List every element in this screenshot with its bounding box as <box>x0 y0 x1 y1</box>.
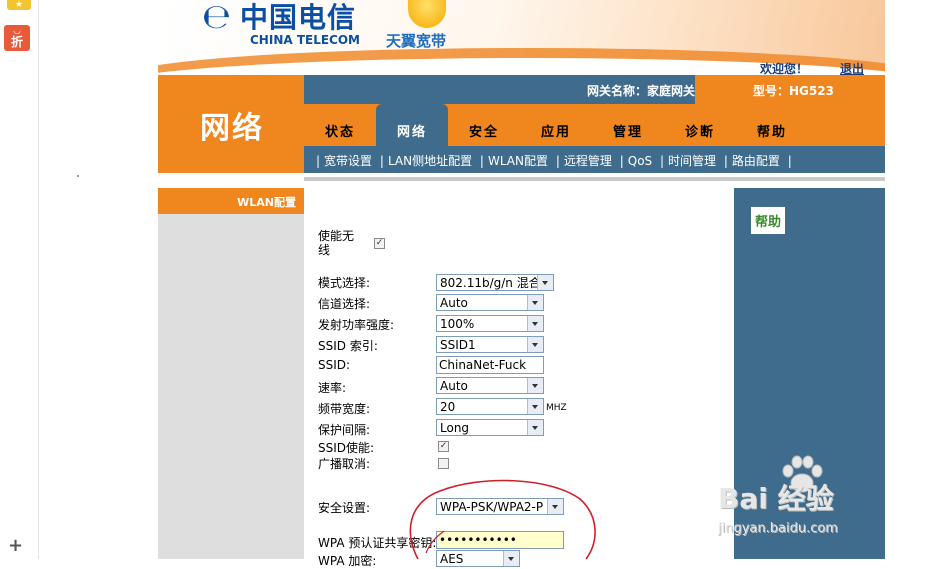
chevron-down-icon <box>527 420 543 435</box>
mode-label: 模式选择: <box>318 276 371 290</box>
tab-management[interactable]: 管理 <box>592 104 664 146</box>
left-menu-panel <box>158 188 304 559</box>
ssid-enable-label: SSID使能: <box>318 441 375 455</box>
power-select[interactable]: 100% <box>436 315 544 332</box>
gateway-name: 网关名称：家庭网关 <box>586 84 695 98</box>
channel-label: 信道选择: <box>318 297 371 311</box>
security-label: 安全设置: <box>318 501 371 515</box>
chevron-down-icon <box>527 316 543 331</box>
section-box: 网络 <box>158 75 304 173</box>
tab-application[interactable]: 应用 <box>520 104 592 146</box>
bandwidth-select[interactable]: 20 <box>436 398 544 415</box>
power-label: 发射功率强度: <box>318 318 395 332</box>
model-text: 型号：HG523 <box>753 84 834 98</box>
ssid-input[interactable]: ChinaNet-Fuck <box>436 356 544 374</box>
red-annotation-circle <box>409 479 596 560</box>
bandwidth-label: 频带宽度: <box>318 402 371 416</box>
chevron-down-icon <box>527 295 543 310</box>
ssid-index-label: SSID 索引: <box>318 339 378 353</box>
ssid-enable-checkbox[interactable]: ✓ <box>438 441 449 452</box>
stray-dot <box>77 175 79 177</box>
main-nav: 状态 网络 安全 应用 管理 诊断 帮助 <box>304 104 885 146</box>
baidu-watermark: Bai 经验 jingyan.baidu.com <box>718 455 935 559</box>
channel-select[interactable]: Auto <box>436 294 544 311</box>
welcome-text: 欢迎您！ <box>760 62 809 75</box>
chevron-down-icon <box>527 399 543 414</box>
discount-button[interactable]: ◡ 折 <box>4 25 30 51</box>
encryption-label: WPA 加密: <box>318 554 377 568</box>
model-box: 型号：HG523 <box>695 75 885 104</box>
tianyi-sun-icon <box>408 0 446 28</box>
tab-help[interactable]: 帮助 <box>736 104 808 146</box>
tianyi-broadband-logo: 天翼宽带 <box>386 0 476 50</box>
subnav-remote[interactable]: 远程管理 <box>564 154 612 168</box>
divider <box>304 177 885 181</box>
guard-interval-select[interactable]: Long <box>436 419 544 436</box>
chevron-down-icon <box>537 275 553 290</box>
subnav-time[interactable]: 时间管理 <box>668 154 716 168</box>
sub-nav: | 宽带设置 | LAN侧地址配置 | WLAN配置 | 远程管理 | QoS | 时间管理… <box>304 146 885 173</box>
browser-sidebar: ★ ◡ 折 + <box>0 0 39 559</box>
help-title: 帮助 <box>751 207 786 234</box>
mode-select[interactable]: 802.11b/g/n 混合 <box>436 274 554 291</box>
watermark-url: jingyan.baidu.com <box>718 521 838 536</box>
ssid-label: SSID: <box>318 358 351 372</box>
enable-wireless-label: 使能无线 <box>318 229 355 257</box>
section-title: 网络 <box>200 111 264 146</box>
broadcast-label: 广播取消: <box>318 457 371 471</box>
logout-link[interactable]: 退出 <box>840 60 864 75</box>
header-banner: ℮ 中国电信 CHINA TELECOM 天翼宽带 欢迎您！ 退出 <box>158 0 885 75</box>
ssid-index-select[interactable]: SSID1 <box>436 336 544 353</box>
star-icon[interactable]: ★ <box>7 0 31 10</box>
subnav-qos[interactable]: QoS <box>628 154 652 168</box>
info-bar: 网关名称：家庭网关 型号：HG523 <box>304 75 885 104</box>
bandwidth-unit: MHZ <box>546 403 567 413</box>
subnav-broadband[interactable]: 宽带设置 <box>324 154 372 168</box>
subnav-lan[interactable]: LAN侧地址配置 <box>388 154 472 168</box>
subnav-wlan[interactable]: WLAN配置 <box>488 154 548 168</box>
rate-label: 速率: <box>318 381 347 395</box>
telecom-e-icon: ℮ <box>202 0 232 37</box>
watermark-brand: Bai 经验 <box>718 482 834 515</box>
subnav-route[interactable]: 路由配置 <box>732 154 780 168</box>
tab-security[interactable]: 安全 <box>448 104 520 146</box>
enable-wireless-checkbox[interactable]: ✓ <box>374 238 385 249</box>
rate-select[interactable]: Auto <box>436 377 544 394</box>
tab-network[interactable]: 网络 <box>376 104 448 146</box>
chevron-down-icon <box>527 337 543 352</box>
chevron-down-icon <box>527 378 543 393</box>
broadcast-checkbox[interactable] <box>438 458 449 469</box>
left-menu-wlan[interactable]: WLAN配置 <box>158 188 308 214</box>
tab-diagnosis[interactable]: 诊断 <box>664 104 736 146</box>
add-icon[interactable]: + <box>8 535 23 556</box>
tab-status[interactable]: 状态 <box>304 104 376 146</box>
guard-interval-label: 保护间隔: <box>318 423 371 437</box>
